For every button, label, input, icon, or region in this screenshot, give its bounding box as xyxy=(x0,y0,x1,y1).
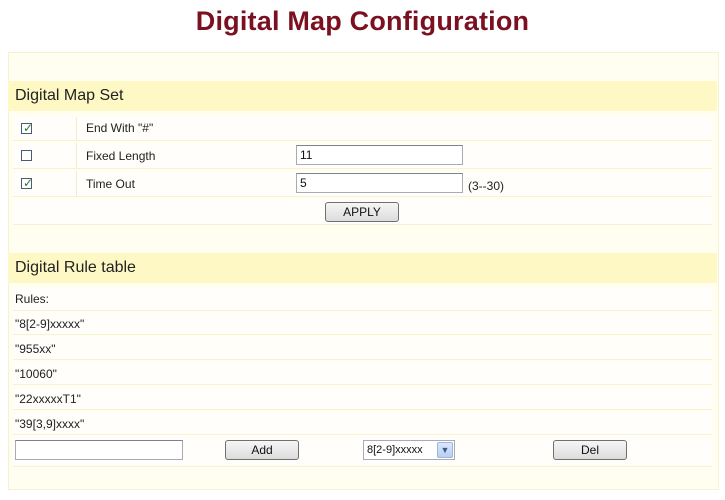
time-out-row: ✓ Time Out 5 (3--30) xyxy=(13,171,712,197)
new-rule-input[interactable] xyxy=(15,440,183,460)
rule-row: "8[2-9]xxxxx" xyxy=(13,312,712,335)
time-out-range-hint: (3--30) xyxy=(468,179,505,193)
rule-row: "955xx" xyxy=(13,337,712,360)
check-icon: ✓ xyxy=(23,121,34,135)
rule-controls-row: Add 8[2-9]xxxxx ▼ Del xyxy=(13,436,712,467)
fixed-length-checkbox[interactable] xyxy=(21,150,32,161)
del-button[interactable]: Del xyxy=(553,440,627,460)
fixed-length-input[interactable]: 11 xyxy=(296,145,463,165)
apply-button[interactable]: APPLY xyxy=(325,202,399,222)
check-icon: ✓ xyxy=(23,176,34,190)
digital-rule-table-header: Digital Rule table xyxy=(8,253,717,283)
rule-row: "10060" xyxy=(13,362,712,385)
rules-label: Rules: xyxy=(15,292,50,306)
chevron-down-icon[interactable]: ▼ xyxy=(437,442,453,458)
end-with-row: ✓ End With "#" xyxy=(13,117,712,141)
rule-text: "22xxxxxT1" xyxy=(15,392,81,406)
time-out-label: Time Out xyxy=(86,177,135,191)
rule-row: "39[3,9]xxxx" xyxy=(13,412,712,435)
fixed-length-row: Fixed Length 11 xyxy=(13,143,712,169)
fixed-length-label: Fixed Length xyxy=(86,149,156,163)
rule-select-value: 8[2-9]xxxxx xyxy=(367,444,423,456)
rule-select[interactable]: 8[2-9]xxxxx ▼ xyxy=(363,440,455,460)
rule-text: "39[3,9]xxxx" xyxy=(15,417,85,431)
digital-map-set-header: Digital Map Set xyxy=(8,81,717,111)
apply-row: APPLY xyxy=(13,199,712,225)
page-title: Digital Map Configuration xyxy=(195,6,530,36)
end-with-label: End With "#" xyxy=(86,121,154,135)
end-with-checkbox[interactable]: ✓ xyxy=(21,121,34,135)
time-out-checkbox[interactable]: ✓ xyxy=(21,176,34,190)
rules-label-row: Rules: xyxy=(13,288,712,311)
rule-text: "955xx" xyxy=(15,342,56,356)
rule-row: "22xxxxxT1" xyxy=(13,387,712,410)
time-out-input[interactable]: 5 xyxy=(296,173,463,193)
rule-text: "8[2-9]xxxxx" xyxy=(15,317,85,331)
add-button[interactable]: Add xyxy=(225,440,299,460)
rule-text: "10060" xyxy=(15,367,57,381)
